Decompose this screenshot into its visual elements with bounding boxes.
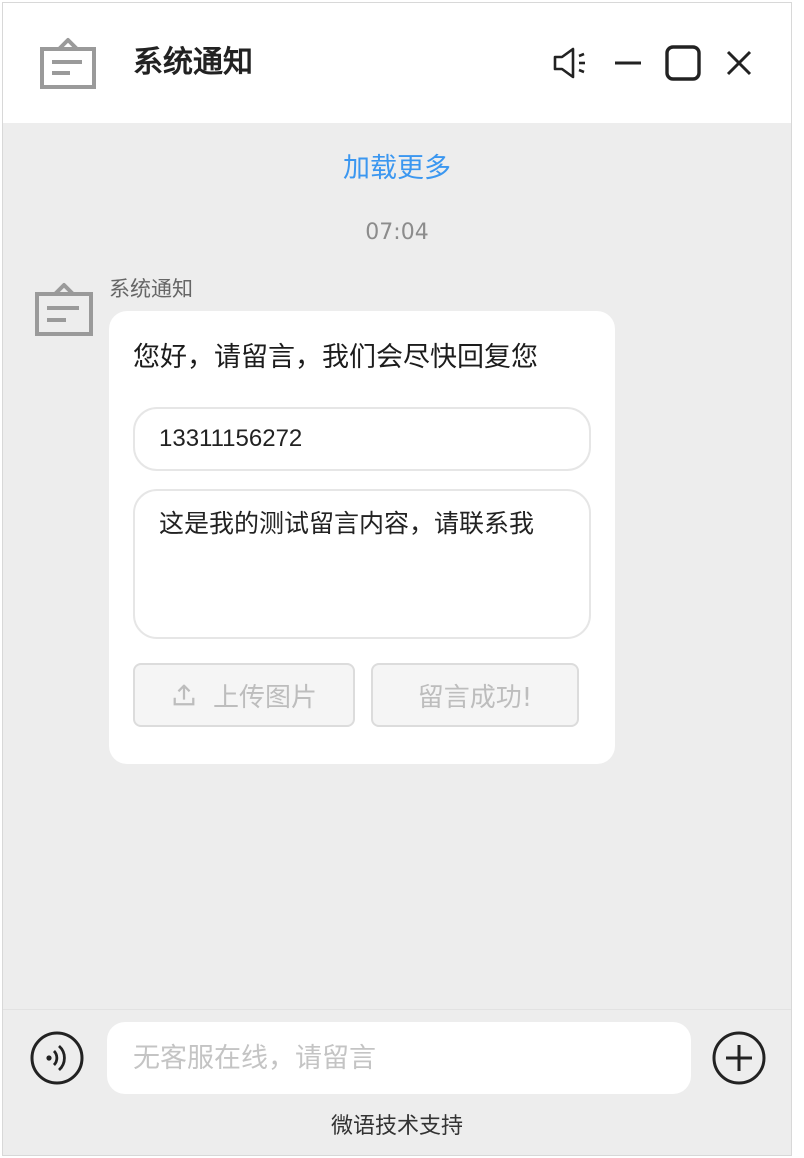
sound-toggle-button[interactable] <box>551 43 591 83</box>
maximize-button[interactable] <box>663 43 703 83</box>
message-text: 您好，请留言，我们会尽快回复您 <box>133 342 538 373</box>
submit-message-button[interactable]: 留言成功! <box>371 663 579 727</box>
chat-footer: 微语技术支持 <box>3 1009 791 1155</box>
upload-image-button[interactable]: 上传图片 <box>133 663 355 727</box>
voice-icon[interactable] <box>29 1030 85 1086</box>
chat-title: 系统通知 <box>133 45 253 80</box>
leave-message-field[interactable]: 这是我的测试留言内容，请联系我 <box>133 489 591 639</box>
close-button[interactable] <box>719 43 759 83</box>
notification-box-icon <box>40 38 96 89</box>
message-list[interactable]: 加载更多 07:04 系统通知 您好，请留言，我们会尽快回复您 13311156… <box>3 123 791 1009</box>
chat-window: 系统通知 加载更多 07:04 系统通知 您好，请留言，我们会尽快回复您 133… <box>2 2 792 1156</box>
chat-header: 系统通知 <box>3 3 791 123</box>
chat-message-input[interactable] <box>107 1022 691 1094</box>
phone-field[interactable]: 13311156272 <box>133 407 591 471</box>
submit-message-label: 留言成功! <box>417 682 533 713</box>
upload-icon <box>173 684 195 706</box>
minimize-icon <box>615 61 641 65</box>
sender-avatar-icon <box>35 283 93 336</box>
message-timestamp: 07:04 <box>365 220 429 245</box>
maximize-icon <box>665 45 701 81</box>
powered-by-text: 微语技术支持 <box>330 1114 463 1139</box>
load-more-link[interactable]: 加载更多 <box>3 151 791 187</box>
sender-name: 系统通知 <box>109 277 193 301</box>
speaker-mute-icon <box>553 47 585 79</box>
message-bubble: 您好，请留言，我们会尽快回复您 13311156272 这是我的测试留言内容，请… <box>109 311 615 764</box>
plus-icon[interactable] <box>711 1030 767 1086</box>
minimize-button[interactable] <box>607 43 647 83</box>
upload-image-label: 上传图片 <box>212 682 317 713</box>
close-icon <box>726 50 752 76</box>
